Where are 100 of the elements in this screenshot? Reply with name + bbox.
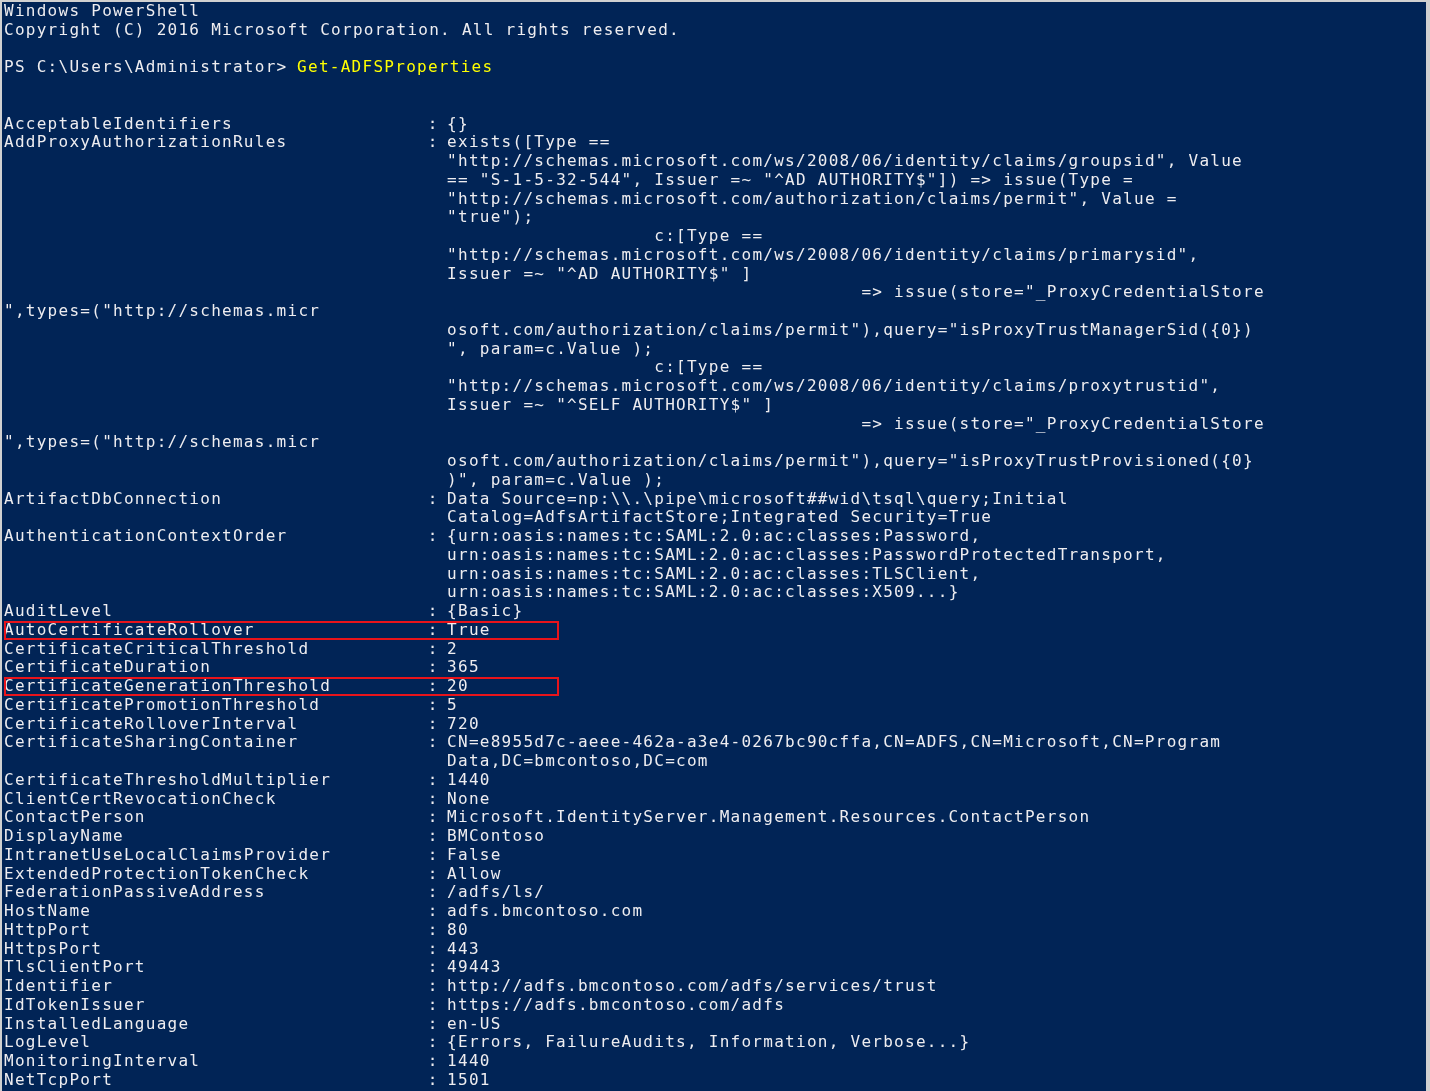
prompt-text: PS C:\Users\Administrator> (4, 58, 288, 77)
property-name: CertificateDuration (4, 658, 213, 677)
property-value: 20 (447, 677, 469, 696)
property-name: AddProxyAuthorizationRules (4, 133, 289, 152)
colon-separator: : (427, 808, 438, 827)
property-value: exists([Type == (447, 133, 611, 152)
property-value: 1501 (447, 1070, 491, 1090)
property-name: CertificateCriticalThreshold (4, 639, 311, 659)
colon-separator: : (427, 489, 438, 509)
property-value: 49443 (447, 958, 502, 977)
property-value: {urn:oasis:names:tc:SAML:2.0:ac:classes:Password, (447, 527, 982, 546)
property-value: 80 (447, 920, 469, 940)
property-name: AuditLevel (4, 602, 115, 621)
property-value: "http://schemas.microsoft.com/authorization/claims/permit", Value = (447, 189, 1178, 209)
property-value: c:[Type == (653, 358, 764, 377)
property-value: osoft.com/authorization/claims/permit"),query="isProxyTrustManagerSid({0}) (447, 320, 1254, 340)
colon-separator: : (427, 527, 438, 546)
property-value: 1440 (447, 1052, 491, 1071)
property-name: IntranetUseLocalClaimsProvider (4, 845, 333, 865)
property-name: FederationPassiveAddress (4, 883, 267, 902)
property-value: {Basic} (447, 602, 524, 621)
property-value: urn:oasis:names:tc:SAML:2.0:ac:classes:X509...} (447, 583, 960, 602)
console-line: ",types=("http://schemas.micr (4, 302, 321, 321)
property-name: MonitoringInterval (4, 1052, 202, 1071)
property-name: ExtendedProtectionTokenCheck (4, 864, 311, 884)
colon-separator: : (427, 939, 438, 959)
property-name: LogLevel (4, 1033, 93, 1052)
colon-separator: : (427, 789, 438, 809)
colon-separator: : (427, 714, 438, 734)
property-value: None (447, 789, 491, 809)
colon-separator: : (427, 639, 438, 659)
colon-separator: : (427, 1070, 438, 1090)
property-name: AuthenticationContextOrder (4, 527, 289, 546)
colon-separator: : (427, 827, 438, 846)
console-line: Copyright (C) 2016 Microsoft Corporation. All rights reserved. (4, 20, 680, 40)
property-value: Issuer =~ "^AD AUTHORITY$" ] (447, 264, 753, 284)
property-name: HostName (4, 902, 93, 921)
property-value: CN=e8955d7c-aeee-462a-a3e4-0267bc90cffa,CN=ADFS,CN=Microsoft,CN=Program (447, 733, 1222, 752)
property-value: https://adfs.bmcontoso.com/adfs (447, 995, 786, 1015)
colon-separator: : (427, 977, 438, 996)
property-value: http://adfs.bmcontoso.com/adfs/services/trust (447, 977, 938, 996)
property-name: Identifier (4, 977, 115, 996)
colon-separator: : (427, 845, 438, 865)
property-value: => issue(store="_ProxyCredentialStore (860, 283, 1265, 302)
property-value: 2 (447, 639, 458, 659)
property-value: Issuer =~ "^SELF AUTHORITY$" ] (447, 395, 775, 415)
colon-separator: : (427, 1014, 438, 1034)
property-value: True (447, 620, 491, 640)
property-value: 5 (447, 695, 458, 715)
command-text: Get-ADFSProperties (297, 58, 494, 77)
property-value: == "S-1-5-32-544", Issuer =~ "^AD AUTHORITY$"]) => issue(Type = (447, 170, 1134, 190)
property-value: /adfs/ls/ (447, 883, 546, 902)
property-name: CertificateThresholdMultiplier (4, 770, 333, 790)
property-value: "http://schemas.microsoft.com/ws/2008/06/identity/claims/groupsid", Value (447, 152, 1243, 171)
colon-separator: : (427, 995, 438, 1015)
property-name: InstalledLanguage (4, 1014, 191, 1034)
property-value: False (447, 845, 502, 865)
property-name: HttpPort (4, 920, 93, 940)
property-value: 720 (447, 714, 480, 734)
property-name: ClientCertRevocationCheck (4, 789, 278, 809)
property-name: CertificateSharingContainer (4, 733, 300, 752)
property-name: NetTcpPort (4, 1070, 115, 1090)
property-name: CertificateRolloverInterval (4, 714, 300, 734)
property-value: {Errors, FailureAudits, Information, Verbose...} (447, 1033, 971, 1052)
property-name: ContactPerson (4, 808, 147, 827)
colon-separator: : (427, 1052, 438, 1071)
property-name: CertificateGenerationThreshold (4, 677, 333, 696)
property-value: c:[Type == (653, 227, 764, 246)
property-value: Data,DC=bmcontoso,DC=com (447, 752, 709, 771)
property-name: IdTokenIssuer (4, 995, 147, 1015)
property-name: AcceptableIdentifiers (4, 114, 234, 134)
property-value: urn:oasis:names:tc:SAML:2.0:ac:classes:PasswordProtectedTransport, (447, 545, 1167, 565)
colon-separator: : (427, 864, 438, 884)
property-value: "true"); (447, 208, 535, 227)
property-value: osoft.com/authorization/claims/permit"),query="isProxyTrustProvisioned({0} (447, 452, 1254, 471)
property-value: Microsoft.IdentityServer.Management.Resources.ContactPerson (447, 808, 1091, 827)
property-value: ", param=c.Value ); (447, 339, 655, 359)
property-value: urn:oasis:names:tc:SAML:2.0:ac:classes:TLSClient, (447, 564, 982, 584)
colon-separator: : (427, 620, 438, 640)
colon-separator: : (427, 883, 438, 902)
property-name: TlsClientPort (4, 958, 147, 977)
property-value: 1440 (447, 770, 491, 790)
colon-separator: : (427, 770, 438, 790)
colon-separator: : (427, 677, 438, 696)
property-value: "http://schemas.microsoft.com/ws/2008/06/identity/claims/primarysid", (447, 245, 1200, 265)
colon-separator: : (427, 602, 438, 621)
property-value: Catalog=AdfsArtifactStore;Integrated Security=True (447, 508, 993, 527)
property-value: "http://schemas.microsoft.com/ws/2008/06/identity/claims/proxytrustid", (447, 377, 1222, 396)
window-title: Windows PowerShell (4, 2, 201, 21)
colon-separator: : (427, 695, 438, 715)
property-value: en-US (447, 1014, 502, 1034)
property-value: {} (447, 114, 469, 134)
console-line: ",types=("http://schemas.micr (4, 433, 321, 452)
property-name: AutoCertificateRollover (4, 620, 256, 640)
property-name: CertificatePromotionThreshold (4, 695, 322, 715)
property-value: )", param=c.Value ); (447, 470, 666, 490)
colon-separator: : (427, 1033, 438, 1052)
property-value: adfs.bmcontoso.com (447, 902, 644, 921)
property-name: HttpsPort (4, 939, 104, 959)
property-value: => issue(store="_ProxyCredentialStore (860, 414, 1265, 434)
